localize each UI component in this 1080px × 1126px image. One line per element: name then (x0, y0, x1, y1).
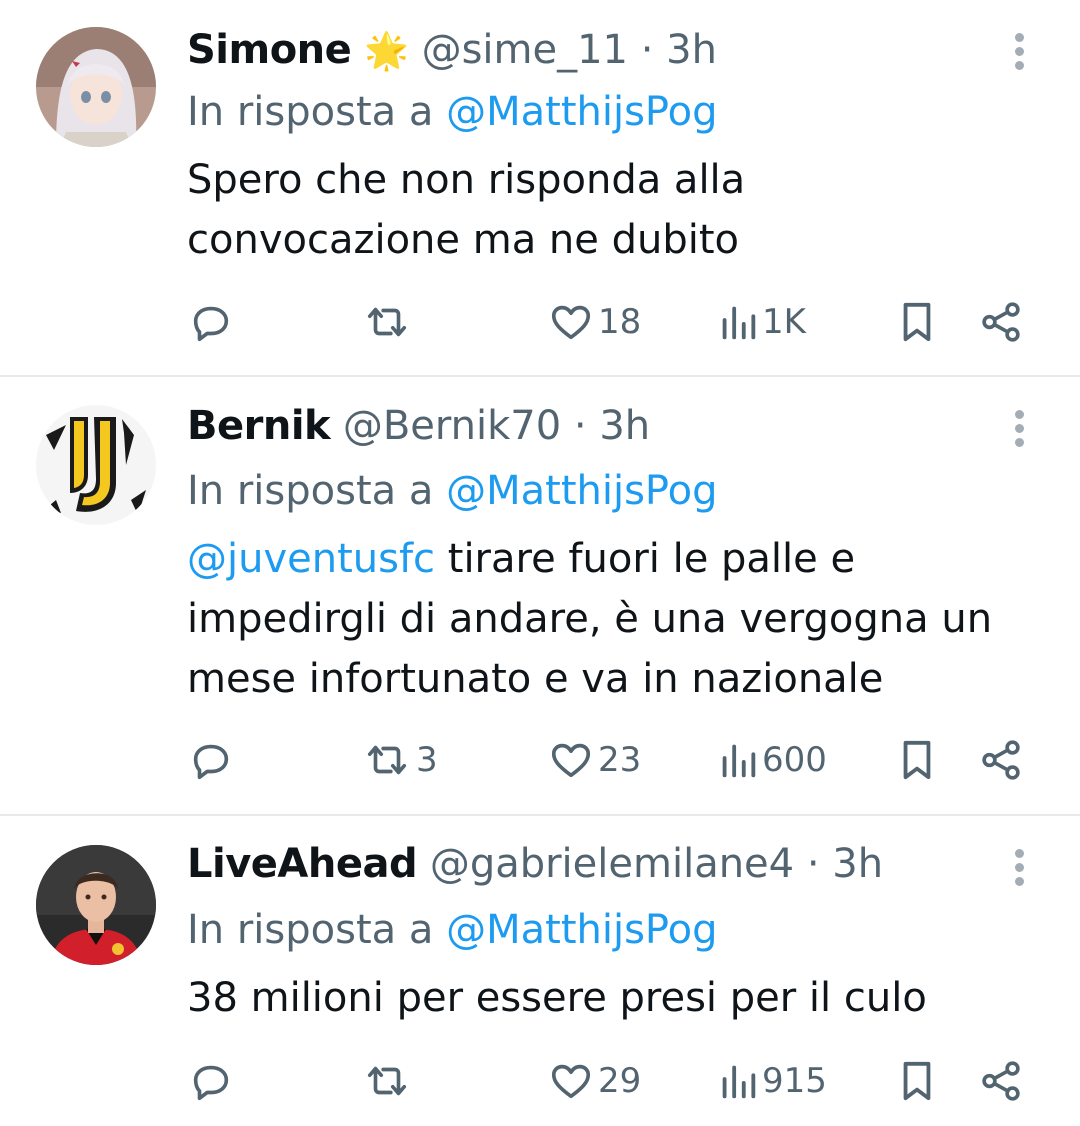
bookmark-icon (903, 302, 931, 342)
share-icon (982, 302, 1020, 342)
tweet[interactable]: LiveAhead @gabrielemilane4 · 3h In rispo… (0, 816, 1080, 1126)
tweet-header: Bernik @Bernik70 · 3h (187, 401, 650, 451)
views-count: 915 (762, 1061, 827, 1101)
display-name[interactable]: Simone (187, 27, 352, 73)
timestamp[interactable]: 3h (599, 403, 650, 449)
user-handle[interactable]: @sime_11 (422, 27, 628, 73)
heart-icon (551, 305, 591, 340)
avatar[interactable] (36, 405, 156, 525)
like-count: 29 (598, 1061, 642, 1101)
star-badge-icon: 🌟 (364, 31, 409, 72)
tweet-text: @juventusfc tirare fuori le palle e impe… (187, 529, 1007, 709)
reply-prefix: In risposta a (187, 89, 434, 135)
reply-button[interactable] (188, 1057, 234, 1105)
separator-dot: · (573, 403, 587, 449)
retweet-icon (367, 307, 407, 337)
heart-icon (551, 743, 591, 778)
retweet-icon (367, 745, 407, 775)
reply-button[interactable] (188, 298, 234, 346)
user-handle[interactable]: @gabrielemilane4 (430, 841, 794, 887)
reply-to-mention[interactable]: @MatthijsPog (446, 89, 717, 135)
tweet-text: 38 milioni per essere presi per il culo (187, 975, 927, 1021)
like-count: 18 (598, 302, 642, 342)
tweet[interactable]: Bernik @Bernik70 · 3h In risposta a @Mat… (0, 377, 1080, 814)
views-icon (722, 1065, 756, 1099)
retweet-button[interactable] (362, 1057, 416, 1105)
tweet-header: LiveAhead @gabrielemilane4 · 3h (187, 839, 883, 889)
reply-icon (193, 306, 229, 342)
more-options-icon[interactable] (1003, 407, 1037, 451)
share-button[interactable] (978, 298, 1024, 346)
reply-prefix: In risposta a (187, 468, 434, 514)
like-button[interactable]: 18 (548, 298, 641, 346)
user-handle[interactable]: @Bernik70 (343, 403, 561, 449)
retweet-button[interactable] (362, 298, 416, 346)
bookmark-button[interactable] (896, 1057, 938, 1105)
views-button[interactable]: 1K (718, 298, 806, 346)
share-icon (982, 740, 1020, 780)
reply-context: In risposta a @MatthijsPog (187, 905, 717, 955)
like-count: 23 (598, 740, 642, 780)
views-button[interactable]: 915 (718, 1057, 827, 1105)
tweet-header: Simone 🌟 @sime_11 · 3h (187, 25, 717, 77)
reply-context: In risposta a @MatthijsPog (187, 466, 717, 516)
bookmark-button[interactable] (896, 298, 938, 346)
reply-context: In risposta a @MatthijsPog (187, 87, 717, 137)
tweet[interactable]: Simone 🌟 @sime_11 · 3h In risposta a @Ma… (0, 0, 1080, 375)
separator-dot: · (806, 841, 820, 887)
views-icon (722, 744, 756, 778)
more-options-icon[interactable] (1003, 846, 1037, 890)
display-name[interactable]: LiveAhead (187, 841, 418, 887)
tweet-text: Spero che non risponda alla convocazione… (187, 157, 746, 263)
bookmark-button[interactable] (896, 736, 938, 784)
separator-dot: · (640, 27, 654, 73)
retweet-button[interactable]: 3 (362, 736, 438, 784)
display-name[interactable]: Bernik (187, 403, 331, 449)
bookmark-icon (903, 740, 931, 780)
like-button[interactable]: 29 (548, 1057, 641, 1105)
reply-icon (193, 1065, 229, 1101)
like-button[interactable]: 23 (548, 736, 641, 784)
views-button[interactable]: 600 (718, 736, 827, 784)
reply-icon (193, 744, 229, 780)
retweet-icon (367, 1066, 407, 1096)
avatar[interactable] (36, 27, 156, 147)
share-icon (982, 1061, 1020, 1101)
views-count: 600 (762, 740, 827, 780)
views-icon (722, 306, 756, 340)
reply-to-mention[interactable]: @MatthijsPog (446, 468, 717, 514)
reply-prefix: In risposta a (187, 907, 434, 953)
timestamp[interactable]: 3h (666, 27, 717, 73)
retweet-count: 3 (416, 740, 438, 780)
timestamp[interactable]: 3h (832, 841, 883, 887)
views-count: 1K (762, 302, 806, 342)
avatar[interactable] (36, 845, 156, 965)
more-options-icon[interactable] (1003, 30, 1037, 74)
share-button[interactable] (978, 1057, 1024, 1105)
text-mention[interactable]: @juventusfc (187, 536, 435, 582)
reply-button[interactable] (188, 736, 234, 784)
bookmark-icon (903, 1061, 931, 1101)
reply-to-mention[interactable]: @MatthijsPog (446, 907, 717, 953)
heart-icon (551, 1064, 591, 1099)
share-button[interactable] (978, 736, 1024, 784)
